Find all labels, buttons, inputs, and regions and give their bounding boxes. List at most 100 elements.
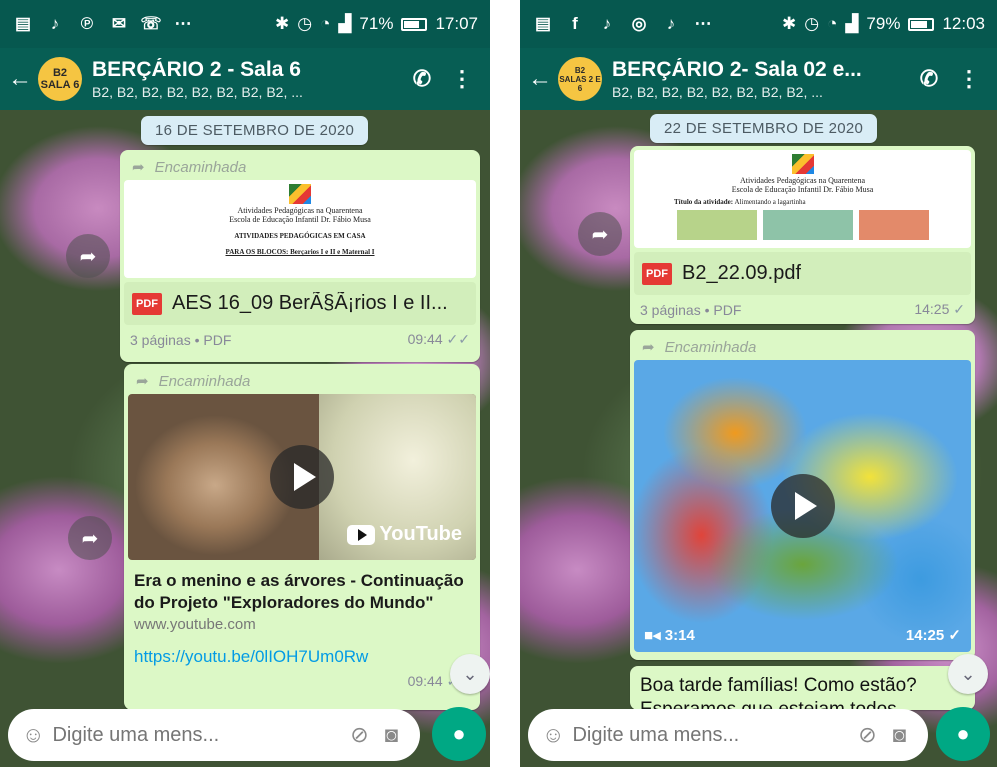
document-pages: 3 páginas • PDF [640,301,742,318]
document-file-row[interactable]: PDF B2_22.09.pdf [634,252,971,295]
menu-icon[interactable]: ⋮ [949,59,989,99]
add-call-icon[interactable]: ✆ [402,59,442,99]
share-icon[interactable]: ➦ [578,212,622,256]
facebook-icon: f [572,14,578,33]
play-icon [794,492,817,520]
forwarded-label: ➦ Encaminhada [128,368,476,394]
forwarded-text: Encaminhada [154,158,247,176]
sent-tick-icon: ✓ [948,627,961,644]
youtube-thumbnail[interactable]: YouTube [128,394,476,560]
email-icon: ✉ [111,14,127,33]
date-chip: 16 DE SETEMBRO DE 2020 [141,116,369,145]
time-text: 14:25 [914,301,950,317]
notes-icon: ▤ [14,14,32,33]
forwarded-text: Encaminhada [158,372,251,390]
link-url[interactable]: https://youtu.be/0lIOH7Um0Rw [128,639,476,667]
chat-title: BERÇÁRIO 2- Sala 02 e... [612,58,862,81]
alarm-icon: ◷ [297,14,313,33]
preview-line3: ATIVIDADES PEDAGÓGICAS EM CASA [234,232,366,240]
play-button[interactable] [270,445,334,509]
duration-text: 3:14 [664,627,695,644]
back-arrow-icon[interactable]: ← [8,65,38,93]
group-avatar[interactable]: B2 SALAS 2 E 6 [558,57,602,101]
message-line1: Boa tarde famílias! Como estão? [640,675,917,696]
alarm-icon: ◷ [804,14,820,33]
link-domain: www.youtube.com [134,616,256,633]
menu-icon[interactable]: ⋮ [442,59,482,99]
tiktok-icon: ♪ [602,14,612,33]
share-icon[interactable]: ➦ [66,234,110,278]
message-input[interactable] [52,723,343,747]
pdf-icon: PDF [642,262,672,285]
message-document[interactable]: Atividades Pedagógicas na Quarentena Esc… [630,146,975,324]
preview-image [762,210,853,240]
message-link[interactable]: ➦ Encaminhada YouTube Era o menino e as á… [124,364,480,710]
read-ticks-icon: ✓✓ [446,331,470,347]
document-file-row[interactable]: PDF AES 16_09 BerÃ§Ã¡rios I e II... [124,282,476,325]
preview-line2: Escola de Educação Infantil Dr. Fábio Mu… [731,185,874,194]
mic-button[interactable]: ● [936,707,990,761]
camera-icon[interactable]: ◙ [385,722,398,748]
chat-title-area[interactable]: BERÇÁRIO 2 - Sala 6 B2, B2, B2, B2, B2, … [92,58,402,100]
chat-participants: B2, B2, B2, B2, B2, B2, B2, B2, ... [92,84,303,100]
bluetooth-icon: ✱ [781,14,797,33]
school-logo [791,154,814,174]
chat-title-area[interactable]: BERÇÁRIO 2- Sala 02 e... B2, B2, B2, B2,… [612,58,909,100]
clock: 12:03 [942,14,985,33]
message-text[interactable]: Boa tarde famílias! Como estão? Esperamo… [630,666,975,710]
chat-title: BERÇÁRIO 2 - Sala 6 [92,58,301,81]
forward-arrow-icon: ➦ [642,339,655,356]
document-name: B2_22.09.pdf [682,262,801,284]
signal-icon: ▟ [845,14,859,33]
forwarded-label: ➦ Encaminhada [124,154,476,180]
message-input-bar: ☺ ⊘ ◙ [528,709,928,761]
more-icon: ⋯ [694,14,712,33]
document-preview[interactable]: Atividades Pedagógicas na Quarentena Esc… [124,180,476,278]
document-pages: 3 páginas • PDF [130,331,232,348]
wifi-icon: ◔ [827,14,838,33]
scroll-down-icon[interactable]: ⌄ [948,654,988,694]
mic-button[interactable]: ● [432,707,486,761]
avatar-line2: SALAS 2 E 6 [559,74,601,93]
mic-icon: ● [452,721,466,746]
attach-icon[interactable]: ⊘ [350,722,368,748]
message-body: Boa tarde famílias! Como estão? Esperamo… [634,670,971,710]
video-camera-icon: ■◂ [644,627,661,644]
preview-line3-value: Alimentando a lagartinha [734,198,806,206]
message-document[interactable]: ➦ Encaminhada Atividades Pedagógicas na Q… [120,150,480,362]
preview-line1: Atividades Pedagógicas na Quarentena [739,176,866,185]
forward-arrow-icon: ➦ [132,159,145,176]
video-duration: ■◂ 3:14 [644,626,695,644]
forwarded-text: Encaminhada [664,338,757,356]
message-time: 14:25 ✓ [906,626,961,644]
battery-fill [911,20,928,28]
attach-icon[interactable]: ⊘ [858,722,876,748]
document-name: AES 16_09 BerÃ§Ã¡rios I e II... [172,292,448,314]
battery-percent: 71% [359,14,394,33]
add-call-icon[interactable]: ✆ [909,59,949,99]
battery-icon [908,17,935,31]
more-icon: ⋯ [174,14,192,33]
group-avatar[interactable]: B2 SALA 6 [38,57,82,101]
emoji-icon[interactable]: ☺ [542,722,564,748]
camera-icon[interactable]: ◙ [893,722,906,748]
share-icon[interactable]: ➦ [68,516,112,560]
video-thumbnail[interactable]: ■◂ 3:14 14:25 ✓ [634,360,971,652]
mic-icon: ● [956,721,970,746]
battery-icon [401,17,428,31]
emoji-icon[interactable]: ☺ [22,722,44,748]
message-video[interactable]: ➦ Encaminhada ■◂ 3:14 14:25 ✓ [630,330,975,660]
back-arrow-icon[interactable]: ← [528,65,558,93]
message-input[interactable] [572,723,851,747]
message-time: 09:44 ✓✓ [408,331,470,348]
play-button[interactable] [770,474,835,538]
scroll-down-icon[interactable]: ⌄ [450,654,490,694]
document-preview[interactable]: Atividades Pedagógicas na Quarentena Esc… [634,150,971,248]
link-title: Era o menino e as árvores - Continuação … [134,571,464,612]
time-text: 14:25 [905,627,945,644]
time-text: 09:44 [407,673,443,689]
message-time: 14:25 ✓ [914,301,965,318]
preview-line1: Atividades Pedagógicas na Quarentena [237,206,363,215]
document-meta: 3 páginas • PDF 14:25 ✓ [634,295,971,320]
bluetooth-icon: ✱ [274,14,290,33]
